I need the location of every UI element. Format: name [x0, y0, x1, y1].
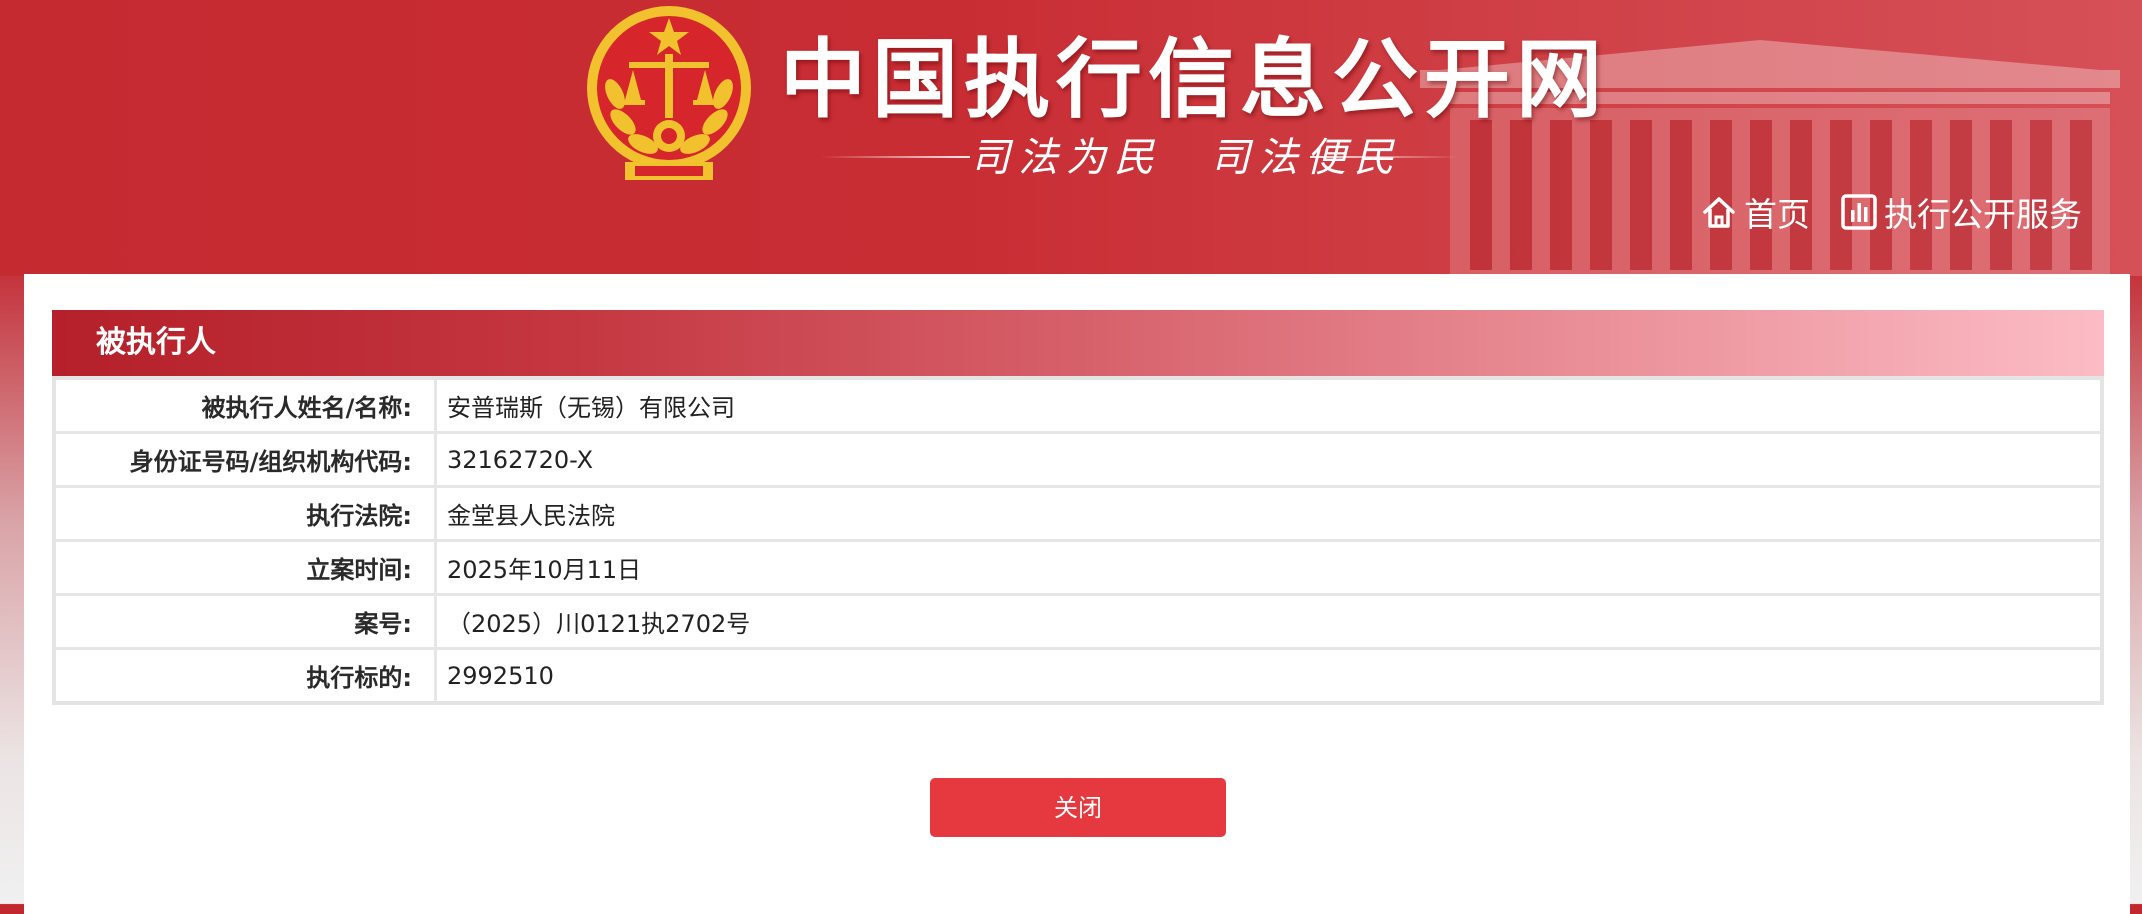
execution-amount-value: 2992510	[434, 647, 2104, 705]
execution-amount-label: 执行标的:	[52, 647, 437, 705]
table-row: 执行标的: 2992510	[52, 647, 2104, 705]
detail-panel: 被执行人 被执行人姓名/名称: 安普瑞斯（无锡）有限公司 身份证号码/组织机构代…	[24, 274, 2130, 914]
filing-date-label: 立案时间:	[52, 539, 437, 596]
nav-execution-service-label: 执行公开服务	[1884, 195, 2082, 234]
site-header: 中国执行信息公开网 司法为民 司法便民 首页 执行公开服务	[0, 0, 2142, 276]
filing-date-value: 2025年10月11日	[434, 539, 2104, 596]
top-navigation: 首页 执行公开服务	[1700, 188, 2082, 236]
slogan-divider-left	[820, 156, 970, 158]
id-code-label: 身份证号码/组织机构代码:	[52, 431, 437, 488]
id-code-value: 32162720-X	[434, 431, 2104, 488]
table-row: 案号: （2025）川0121执2702号	[52, 593, 2104, 650]
table-row: 执行法院: 金堂县人民法院	[52, 485, 2104, 542]
executee-info-table: 被执行人姓名/名称: 安普瑞斯（无锡）有限公司 身份证号码/组织机构代码: 32…	[52, 376, 2104, 705]
case-number-label: 案号:	[52, 593, 437, 650]
section-title: 被执行人	[96, 325, 216, 360]
site-title: 中国执行信息公开网	[780, 30, 1608, 130]
case-number-value: （2025）川0121执2702号	[434, 593, 2104, 650]
name-label: 被执行人姓名/名称:	[52, 376, 437, 434]
table-row: 立案时间: 2025年10月11日	[52, 539, 2104, 596]
close-button[interactable]: 关闭	[930, 778, 1226, 837]
bar-chart-icon	[1841, 194, 1877, 230]
court-label: 执行法院:	[52, 485, 437, 542]
name-value: 安普瑞斯（无锡）有限公司	[434, 376, 2104, 434]
slogan-text: 司法为民 司法便民	[970, 135, 1402, 181]
table-row: 被执行人姓名/名称: 安普瑞斯（无锡）有限公司	[52, 376, 2104, 434]
nav-home-label: 首页	[1744, 195, 1810, 234]
court-emblem-logo	[587, 6, 751, 180]
table-row: 身份证号码/组织机构代码: 32162720-X	[52, 431, 2104, 488]
slogan-divider-right	[1310, 156, 1460, 158]
home-icon	[1703, 197, 1735, 228]
nav-execution-service-link[interactable]: 执行公开服务	[1840, 188, 2082, 236]
slogan: 司法为民 司法便民	[820, 130, 1460, 186]
court-value: 金堂县人民法院	[434, 485, 2104, 542]
section-header: 被执行人	[52, 310, 2104, 376]
nav-home-link[interactable]: 首页	[1700, 188, 1810, 236]
